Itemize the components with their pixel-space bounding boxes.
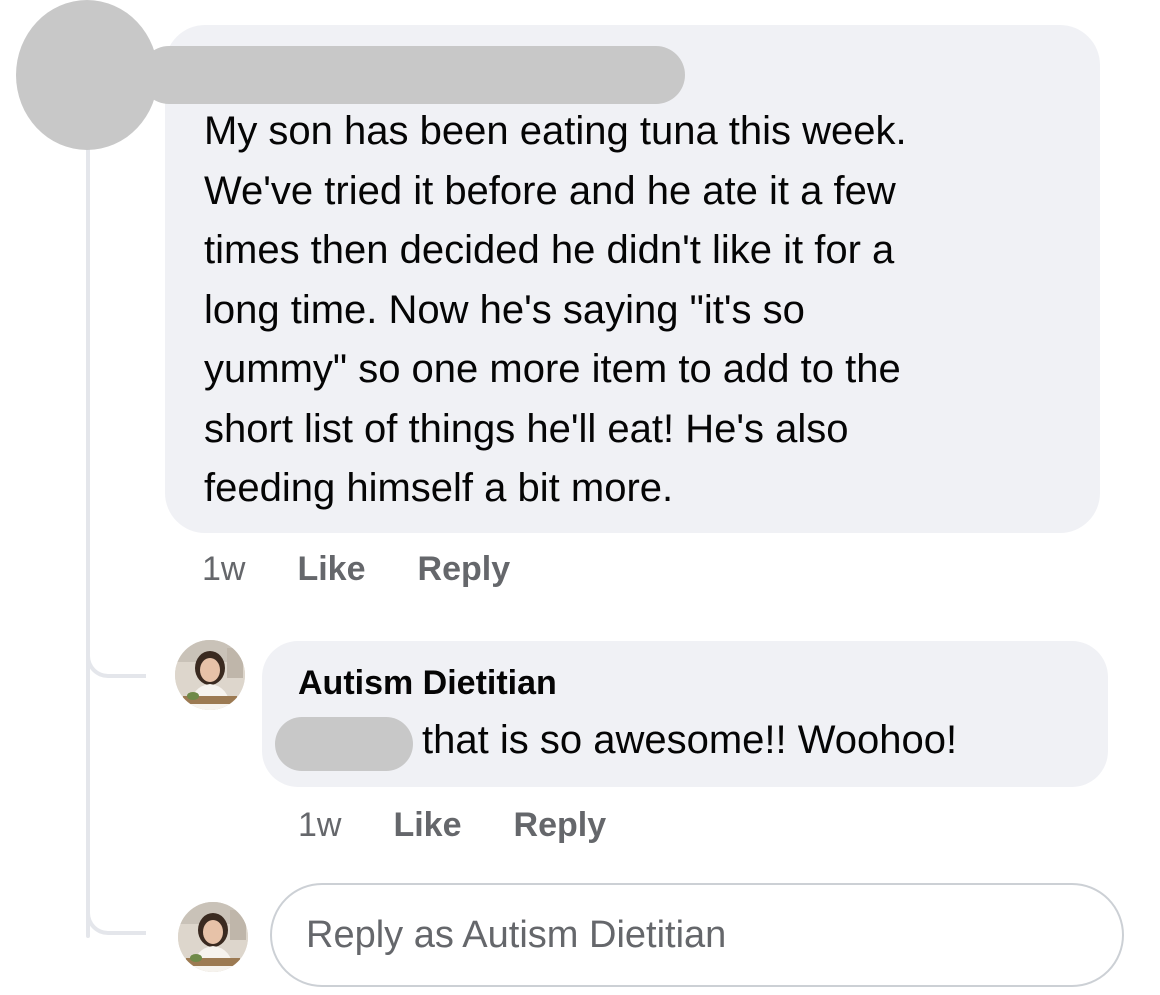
profile-photo-icon — [178, 902, 248, 972]
reply-mention-redacted[interactable] — [275, 717, 413, 771]
reply-like-button[interactable]: Like — [393, 806, 461, 845]
comment-timestamp[interactable]: 1w — [202, 550, 245, 589]
commenter-name-redacted[interactable] — [140, 46, 685, 104]
commenter-avatar-redacted[interactable] — [16, 0, 158, 150]
reply-author-name[interactable]: Autism Dietitian — [298, 664, 557, 703]
thread-connector-reply — [86, 648, 146, 678]
reply-text: that is so awesome!! Woohoo! — [422, 718, 958, 762]
comment-reply-button[interactable]: Reply — [418, 550, 511, 589]
profile-photo-icon — [175, 640, 245, 710]
reply-reply-button[interactable]: Reply — [514, 806, 607, 845]
reply-timestamp[interactable]: 1w — [298, 806, 341, 845]
reply-composer[interactable] — [270, 883, 1124, 987]
reply-actions: 1w Like Reply — [298, 806, 658, 845]
comment-like-button[interactable]: Like — [297, 550, 365, 589]
composer-avatar — [178, 902, 248, 972]
thread-line — [86, 148, 90, 938]
reply-input[interactable] — [306, 913, 1086, 957]
autism-dietitian-avatar[interactable] — [175, 640, 245, 710]
comment-actions: 1w Like Reply — [202, 550, 562, 589]
thread-connector-composer — [86, 905, 146, 935]
comment-text: My son has been eating tuna this week. W… — [204, 109, 907, 510]
